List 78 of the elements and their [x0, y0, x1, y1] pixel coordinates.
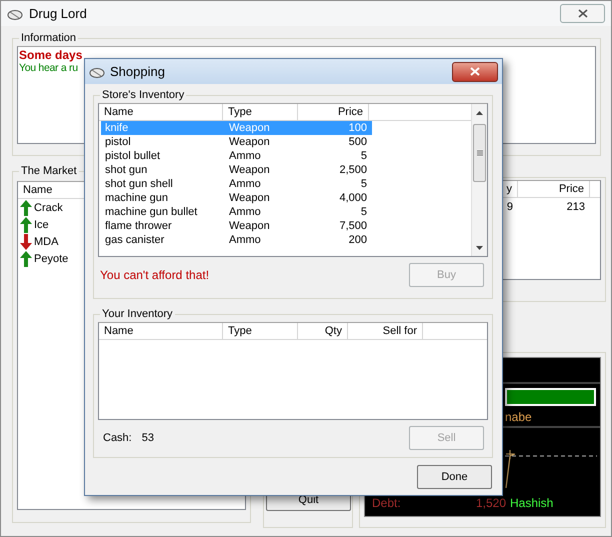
table-cell-text: 500: [348, 135, 368, 149]
column-header[interactable]: Price: [298, 104, 369, 120]
table-cell-text: Ammo: [228, 233, 262, 247]
window-title: Drug Lord: [29, 6, 87, 20]
group-title: Your Inventory: [101, 308, 174, 320]
table-cell-text: 5: [360, 205, 368, 219]
table-cell-text: 5: [360, 149, 368, 163]
column-header[interactable]: Sell for: [348, 323, 423, 339]
done-button[interactable]: Done: [417, 465, 492, 489]
table-cell-text: 4,000: [338, 191, 368, 205]
market-item[interactable]: Ice: [34, 218, 49, 232]
column-header[interactable]: Name: [99, 104, 223, 120]
table-cell-text: Ammo: [228, 149, 262, 163]
list-row[interactable]: flame thrower Weapon 7,500: [101, 219, 372, 233]
list-row[interactable]: machine gun Weapon 4,000: [101, 191, 372, 205]
table-cell-text: shot gun shell: [104, 177, 174, 191]
table-cell-text: gas canister: [104, 233, 166, 247]
table-cell-text: Weapon: [228, 135, 271, 149]
graph-label: Hashish: [510, 496, 554, 510]
cash-value: 53: [142, 431, 154, 445]
debt-value: 1,520: [474, 496, 506, 510]
scroll-down-icon: [476, 246, 483, 250]
table-cell-text: knife: [104, 121, 130, 135]
table-cell-text: shot gun: [104, 163, 148, 177]
list-row[interactable]: gas canister Ammo 200: [101, 233, 372, 247]
table-cell-text: 5: [360, 177, 368, 191]
group-title: Information: [20, 32, 78, 44]
grip-icon: [476, 150, 482, 156]
close-button[interactable]: [452, 62, 498, 82]
group-title: Store's Inventory: [101, 89, 186, 101]
list-row[interactable]: pistol Weapon 500: [101, 135, 372, 149]
table-cell-text: Weapon: [228, 121, 271, 135]
list-row[interactable]: machine gun bullet Ammo 5: [101, 205, 372, 219]
close-icon: [578, 9, 588, 18]
list-row[interactable]: pistol bullet Ammo 5: [101, 149, 372, 163]
column-header[interactable]: Type: [223, 104, 298, 120]
column-header[interactable]: Qty: [298, 323, 348, 339]
market-item[interactable]: Peyote: [34, 252, 68, 266]
market-item[interactable]: MDA: [34, 234, 58, 248]
market-item[interactable]: Crack: [34, 200, 63, 214]
message-text: You hear a ru: [19, 62, 78, 75]
up-arrow-icon: [20, 216, 32, 232]
scrollbar-thumb[interactable]: [473, 124, 486, 182]
table-cell-text: 9: [506, 200, 514, 214]
cash-label: Cash:: [103, 431, 132, 445]
group-title: The Market: [20, 165, 78, 177]
list-row[interactable]: shot gun shell Ammo 5: [101, 177, 372, 191]
table-cell-text: 2,500: [338, 163, 368, 177]
error-message: You can't afford that!: [99, 268, 210, 282]
up-arrow-icon: [20, 200, 32, 216]
dialog-title: Shopping: [110, 64, 165, 78]
table-cell-text: machine gun bullet: [104, 205, 198, 219]
message-text: Some days: [19, 49, 82, 62]
table-cell-text: 213: [566, 200, 586, 214]
scrollbar[interactable]: [471, 104, 487, 256]
table-cell-text: Weapon: [228, 219, 271, 233]
close-button[interactable]: [560, 4, 605, 23]
rank-text: nabe: [505, 410, 532, 424]
table-cell-text: pistol: [104, 135, 132, 149]
down-arrow-icon: [20, 234, 32, 250]
table-cell-text: machine gun: [104, 191, 169, 205]
list-row[interactable]: shot gun Weapon 2,500: [101, 163, 372, 177]
table-cell-text: Weapon: [228, 191, 271, 205]
close-icon: [470, 67, 480, 76]
table-cell-text: 7,500: [338, 219, 368, 233]
up-arrow-icon: [20, 250, 32, 266]
table-cell-text: Ammo: [228, 205, 262, 219]
debt-label: Debt:: [372, 496, 401, 510]
table-cell-text: flame thrower: [104, 219, 173, 233]
table-cell-text: Ammo: [228, 177, 262, 191]
column-header[interactable]: Price: [518, 181, 590, 197]
table-cell-text: pistol bullet: [104, 149, 162, 163]
column-header[interactable]: Name: [99, 323, 223, 339]
table-cell-text: 200: [348, 233, 368, 247]
table-cell-text: 100: [348, 121, 368, 135]
column-header[interactable]: Type: [223, 323, 298, 339]
table-cell-text: Weapon: [228, 163, 271, 177]
scroll-up-icon: [476, 110, 483, 114]
